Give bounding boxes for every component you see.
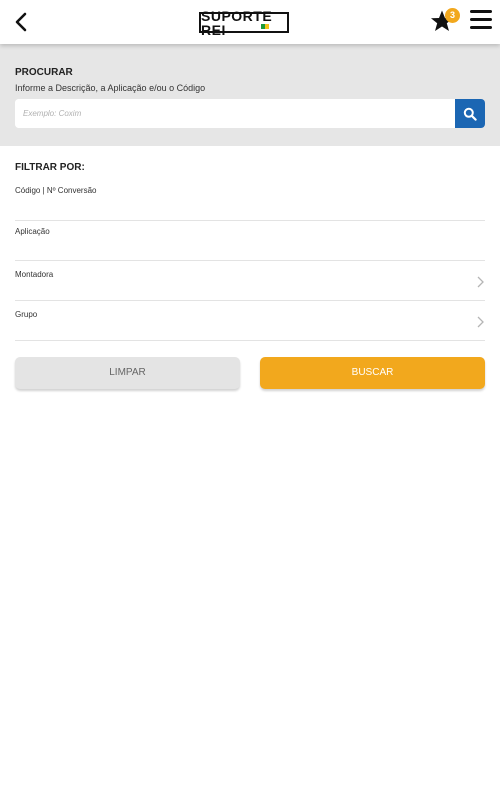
search-input[interactable] (15, 99, 455, 128)
back-button[interactable] (8, 8, 36, 36)
search-subtitle: Informe a Descrição, a Aplicação e/ou o … (15, 83, 206, 93)
search-submit-button[interactable] (455, 99, 485, 128)
hamburger-menu-icon-bar (470, 26, 492, 29)
filter-label-montadora: Montadora (15, 270, 54, 279)
filter-row-aplicacao[interactable]: Aplicação (15, 221, 485, 261)
filter-title: FILTRAR POR: (15, 162, 85, 173)
search-title: PROCURAR (15, 67, 73, 78)
hamburger-menu-icon (470, 10, 492, 13)
search-icon (463, 107, 477, 121)
search-box (15, 99, 485, 128)
filter-label-codigo: Código | Nº Conversão (15, 186, 97, 195)
search-button[interactable]: BUSCAR (260, 357, 485, 389)
chevron-right-icon (477, 276, 484, 288)
filter-label-aplicacao: Aplicação (15, 227, 50, 236)
filter-row-montadora[interactable]: Montadora (15, 261, 485, 301)
hamburger-menu-button[interactable] (470, 10, 492, 32)
filter-label-grupo: Grupo (15, 310, 38, 319)
app-header: SUPORTE REI 3 (0, 0, 500, 44)
brand-logo: SUPORTE REI (199, 9, 289, 37)
favorites-count-badge: 3 (445, 8, 460, 23)
back-arrow-icon (15, 12, 27, 32)
filter-row-grupo[interactable]: Grupo (15, 301, 485, 341)
search-panel: PROCURAR Informe a Descrição, a Aplicaçã… (0, 44, 500, 146)
hamburger-menu-icon-bar (470, 18, 492, 21)
filter-row-codigo[interactable]: Código | Nº Conversão (15, 181, 485, 221)
clear-button[interactable]: LIMPAR (15, 357, 240, 389)
logo-flag-accent (261, 24, 269, 29)
logo-text: SUPORTE REI (201, 7, 273, 38)
chevron-right-icon (477, 316, 484, 328)
